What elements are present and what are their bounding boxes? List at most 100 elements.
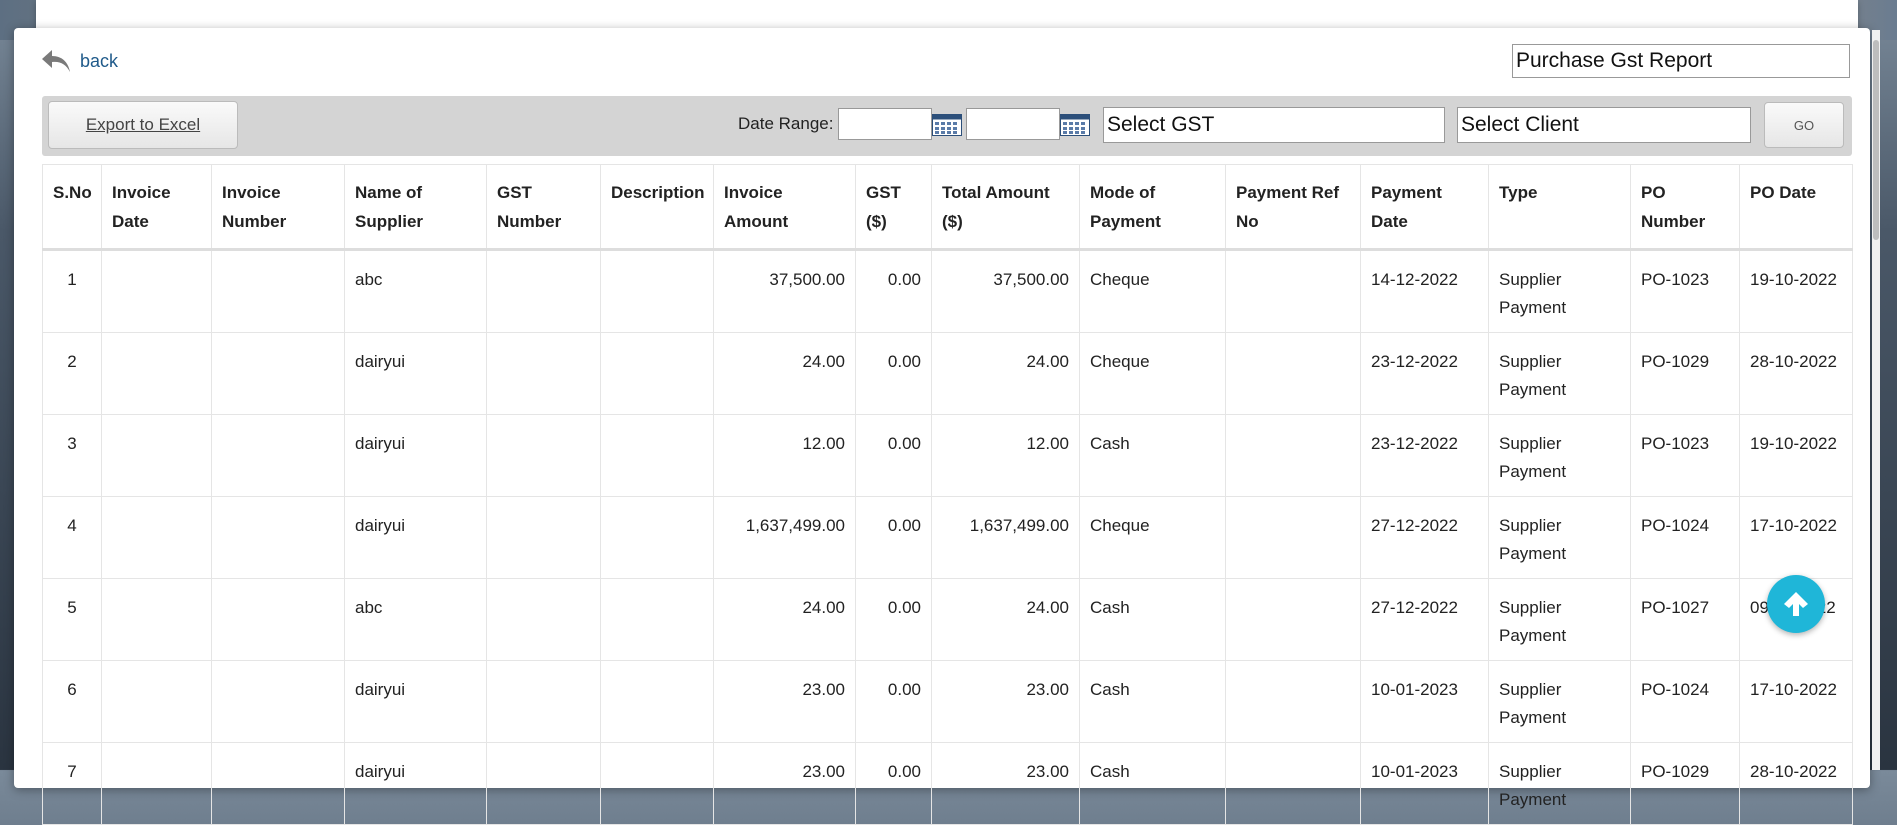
table-cell: dairyui [344, 496, 487, 579]
table-cell: 2 [42, 332, 102, 415]
table-cell: 19-10-2022 [1739, 414, 1853, 497]
table-cell: 1,637,499.00 [931, 496, 1080, 579]
table-cell: Supplier Payment [1488, 578, 1631, 661]
scrollbar-thumb[interactable] [1873, 40, 1879, 240]
table-cell: 0.00 [855, 332, 932, 415]
table-cell: 27-12-2022 [1360, 496, 1489, 579]
table-cell: 10-01-2023 [1360, 660, 1489, 743]
table-cell [600, 332, 714, 415]
table-cell: PO-1023 [1630, 249, 1740, 333]
table-cell [101, 414, 212, 497]
column-header: PO Number [1630, 164, 1740, 251]
export-excel-button[interactable]: Export to Excel [48, 101, 238, 149]
go-button[interactable]: GO [1764, 102, 1844, 148]
table-cell [1225, 496, 1361, 579]
table-cell [101, 660, 212, 743]
table-cell: 23.00 [713, 660, 856, 743]
table-row: 2 dairyui 24.00 0.00 24.00 Cheque 23-12-2022 Su… [42, 332, 1853, 415]
gst-select[interactable]: Select GST [1103, 107, 1445, 143]
back-label: back [80, 50, 119, 71]
table-cell [600, 660, 714, 743]
table-cell: PO-1029 [1630, 332, 1740, 415]
table-cell [1225, 578, 1361, 661]
table-cell: 4 [42, 496, 102, 579]
table-cell: 24.00 [713, 578, 856, 661]
table-cell: 0.00 [855, 578, 932, 661]
table-cell [486, 742, 601, 825]
table-cell [486, 496, 601, 579]
column-header: GST Number [486, 164, 601, 251]
table-cell [101, 496, 212, 579]
table-cell [600, 742, 714, 825]
table-cell [211, 496, 345, 579]
table-cell: Cheque [1079, 496, 1226, 579]
table-cell: 37,500.00 [713, 249, 856, 333]
arrow-up-icon [1784, 592, 1808, 616]
date-range-label: Date Range: [738, 114, 834, 133]
table-cell: 12.00 [713, 414, 856, 497]
table-row: 6 dairyui 23.00 0.00 23.00 Cash 10-01-2023 Supp… [42, 660, 1853, 743]
table-cell [101, 742, 212, 825]
column-header: Payment Ref No [1225, 164, 1361, 251]
table-cell [1225, 660, 1361, 743]
table-cell: Supplier Payment [1488, 249, 1631, 333]
table-cell: Cash [1079, 578, 1226, 661]
table-cell [211, 249, 345, 333]
date-from-input[interactable] [838, 108, 932, 140]
table-cell [211, 414, 345, 497]
purchase-gst-table: S.No Invoice Date Invoice Number Name of… [42, 164, 1853, 825]
table-cell [101, 578, 212, 661]
table-header-row: S.No Invoice Date Invoice Number Name of… [42, 164, 1853, 251]
date-to-input[interactable] [966, 108, 1060, 140]
column-header: Type [1488, 164, 1631, 251]
table-cell: 24.00 [931, 578, 1080, 661]
table-cell: 0.00 [855, 249, 932, 333]
table-row: 4 dairyui 1,637,499.00 0.00 1,637,499.00 Cheq… [42, 496, 1853, 579]
table-cell: 5 [42, 578, 102, 661]
table-cell [101, 332, 212, 415]
column-header: S.No [42, 164, 102, 251]
table-cell: 3 [42, 414, 102, 497]
table-cell [101, 249, 212, 333]
table-cell: dairyui [344, 332, 487, 415]
table-cell: Cheque [1079, 249, 1226, 333]
table-cell: 7 [42, 742, 102, 825]
table-cell [1225, 742, 1361, 825]
report-title-field[interactable]: Purchase Gst Report [1512, 44, 1850, 78]
table-cell: PO-1029 [1630, 742, 1740, 825]
table-cell: 23-12-2022 [1360, 414, 1489, 497]
table-cell: 6 [42, 660, 102, 743]
table-cell: Cheque [1079, 332, 1226, 415]
table-cell: Supplier Payment [1488, 496, 1631, 579]
table-cell: 24.00 [931, 332, 1080, 415]
calendar-icon[interactable] [1060, 114, 1090, 136]
table-cell: Supplier Payment [1488, 332, 1631, 415]
table-cell [1225, 332, 1361, 415]
table-cell [600, 249, 714, 333]
back-link[interactable]: back [40, 48, 118, 74]
table-cell: 17-10-2022 [1739, 496, 1853, 579]
table-row: 1 abc 37,500.00 0.00 37,500.00 Cheque 14-12-20… [42, 249, 1853, 333]
client-select[interactable]: Select Client [1457, 107, 1751, 143]
table-cell: dairyui [344, 660, 487, 743]
table-row: 7 dairyui 23.00 0.00 23.00 Cash 10-01-2023 Supp… [42, 742, 1853, 825]
table-cell: 0.00 [855, 496, 932, 579]
table-cell [486, 578, 601, 661]
table-cell: 10-01-2023 [1360, 742, 1489, 825]
calendar-icon[interactable] [932, 114, 962, 136]
table-cell: PO-1023 [1630, 414, 1740, 497]
table-cell: 23-12-2022 [1360, 332, 1489, 415]
table-cell: 0.00 [855, 742, 932, 825]
table-cell: 0.00 [855, 414, 932, 497]
column-header: GST ($) [855, 164, 932, 251]
scroll-to-top-button[interactable] [1767, 575, 1825, 633]
table-cell: Supplier Payment [1488, 742, 1631, 825]
table-cell: 24.00 [713, 332, 856, 415]
table-cell: Cash [1079, 414, 1226, 497]
table-cell [211, 742, 345, 825]
table-cell: 19-10-2022 [1739, 249, 1853, 333]
table-cell: 14-12-2022 [1360, 249, 1489, 333]
table-cell: 12.00 [931, 414, 1080, 497]
table-cell: Supplier Payment [1488, 414, 1631, 497]
table-cell: PO-1024 [1630, 496, 1740, 579]
